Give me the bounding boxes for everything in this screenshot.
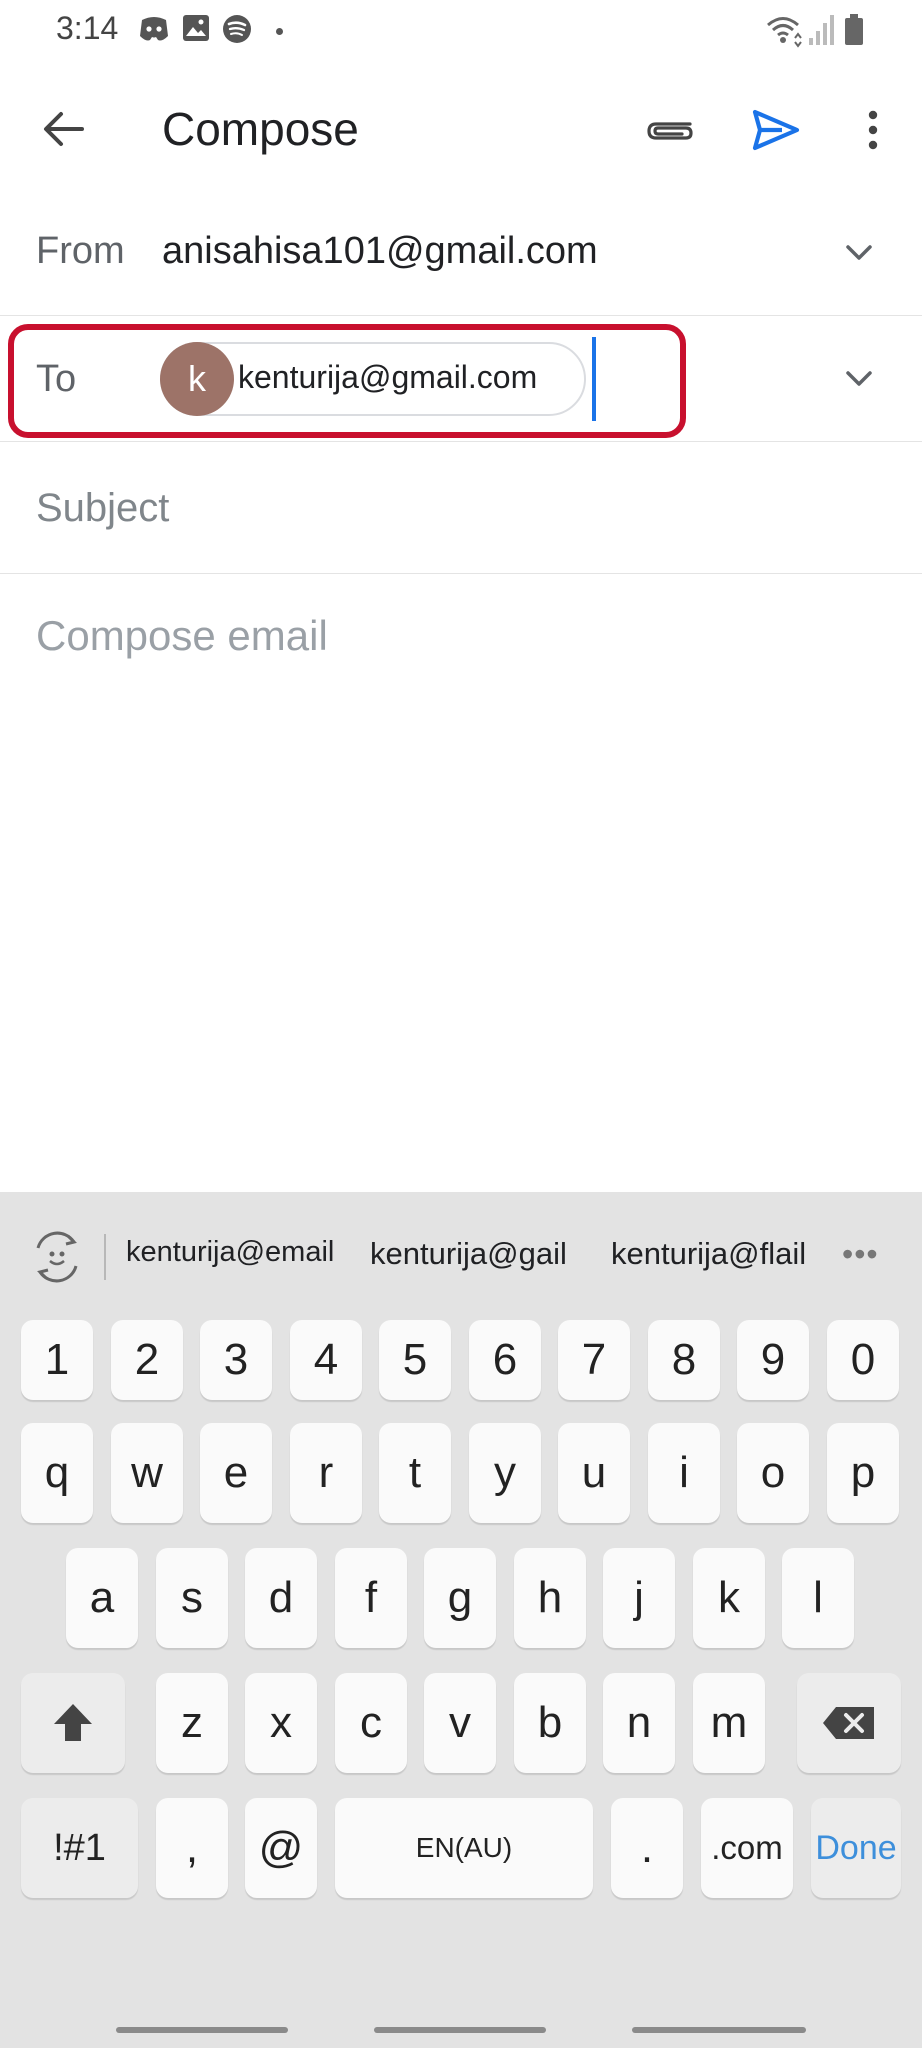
key-e[interactable]: e xyxy=(200,1423,272,1523)
suggestion-1[interactable]: kenturija@email xyxy=(126,1236,334,1269)
battery-icon xyxy=(845,14,863,45)
suggestion-divider xyxy=(104,1234,106,1280)
key-3[interactable]: 3 xyxy=(200,1320,272,1400)
key-9[interactable]: 9 xyxy=(737,1320,809,1400)
attach-button[interactable] xyxy=(634,94,706,166)
key-v[interactable]: v xyxy=(424,1673,496,1773)
to-expand-button[interactable] xyxy=(826,346,892,412)
key-j[interactable]: j xyxy=(603,1548,675,1648)
key-m[interactable]: m xyxy=(693,1673,765,1773)
key-p[interactable]: p xyxy=(827,1423,899,1523)
key-b[interactable]: b xyxy=(514,1673,586,1773)
text-cursor xyxy=(592,337,596,421)
wifi-icon xyxy=(767,17,802,48)
nav-back-line[interactable] xyxy=(632,2027,806,2033)
key-k[interactable]: k xyxy=(693,1548,765,1648)
suggestion-3[interactable]: kenturija@flail xyxy=(611,1236,806,1272)
symbols-key[interactable]: !#1 xyxy=(21,1798,138,1898)
key-q[interactable]: q xyxy=(21,1423,93,1523)
key-s[interactable]: s xyxy=(156,1548,228,1648)
app-bar: Compose xyxy=(0,64,922,192)
more-vert-icon xyxy=(868,110,878,150)
from-expand-button[interactable] xyxy=(826,220,892,286)
key-g[interactable]: g xyxy=(424,1548,496,1648)
backspace-key[interactable] xyxy=(797,1673,901,1773)
recipient-email: kenturija@gmail.com xyxy=(238,359,538,395)
key-t[interactable]: t xyxy=(379,1423,451,1523)
key-n[interactable]: n xyxy=(603,1673,675,1773)
key-6[interactable]: 6 xyxy=(469,1320,541,1400)
key-i[interactable]: i xyxy=(648,1423,720,1523)
suggestion-2[interactable]: kenturija@gail xyxy=(370,1236,567,1272)
send-icon xyxy=(752,109,800,151)
status-bar: 3:14 xyxy=(0,0,922,64)
chevron-down-icon xyxy=(846,371,872,386)
compose-body-input[interactable]: Compose email xyxy=(36,612,328,660)
key-w[interactable]: w xyxy=(111,1423,183,1523)
nav-recents-line[interactable] xyxy=(116,2027,288,2033)
shift-key[interactable] xyxy=(21,1673,125,1773)
period-key[interactable]: . xyxy=(611,1798,683,1898)
more-suggestions-button[interactable]: ••• xyxy=(842,1236,879,1273)
key-r[interactable]: r xyxy=(290,1423,362,1523)
comma-key[interactable]: , xyxy=(156,1798,228,1898)
keyboard-mode-icon[interactable] xyxy=(28,1228,86,1286)
key-l[interactable]: l xyxy=(782,1548,854,1648)
notification-dot xyxy=(276,28,283,35)
key-4[interactable]: 4 xyxy=(290,1320,362,1400)
status-time: 3:14 xyxy=(56,10,119,46)
subject-input[interactable]: Subject xyxy=(36,486,169,531)
subject-row: Subject xyxy=(0,442,922,574)
key-2[interactable]: 2 xyxy=(111,1320,183,1400)
send-button[interactable] xyxy=(740,94,812,166)
key-1[interactable]: 1 xyxy=(21,1320,93,1400)
backspace-icon xyxy=(823,1707,874,1739)
key-y[interactable]: y xyxy=(469,1423,541,1523)
recipient-chip[interactable]: k kenturija@gmail.com xyxy=(160,342,586,416)
from-label: From xyxy=(36,230,125,272)
done-key[interactable]: Done xyxy=(811,1798,901,1898)
shift-arrow-icon xyxy=(54,1704,92,1741)
from-row: From anisahisa101@gmail.com xyxy=(0,192,922,316)
paperclip-icon xyxy=(647,122,693,140)
more-options-button[interactable] xyxy=(838,94,908,166)
key-5[interactable]: 5 xyxy=(379,1320,451,1400)
key-0[interactable]: 0 xyxy=(827,1320,899,1400)
nav-home-line[interactable] xyxy=(374,2027,546,2033)
key-z[interactable]: z xyxy=(156,1673,228,1773)
key-o[interactable]: o xyxy=(737,1423,809,1523)
signal-icon xyxy=(809,15,834,45)
suggestion-bar: kenturija@email kenturija@gail kenturija… xyxy=(0,1192,922,1322)
space-key[interactable]: EN(AU) xyxy=(335,1798,593,1898)
back-arrow-icon xyxy=(44,112,84,146)
key-7[interactable]: 7 xyxy=(558,1320,630,1400)
key-f[interactable]: f xyxy=(335,1548,407,1648)
at-key[interactable]: @ xyxy=(245,1798,317,1898)
key-8[interactable]: 8 xyxy=(648,1320,720,1400)
key-c[interactable]: c xyxy=(335,1673,407,1773)
chevron-down-icon xyxy=(846,245,872,260)
key-x[interactable]: x xyxy=(245,1673,317,1773)
key-a[interactable]: a xyxy=(66,1548,138,1648)
key-h[interactable]: h xyxy=(514,1548,586,1648)
page-title: Compose xyxy=(162,103,359,155)
gallery-icon xyxy=(183,15,209,41)
spotify-icon xyxy=(223,15,251,43)
dotcom-key[interactable]: .com xyxy=(701,1798,793,1898)
discord-icon xyxy=(140,17,168,41)
avatar: k xyxy=(160,342,234,416)
back-button[interactable] xyxy=(28,94,98,164)
key-u[interactable]: u xyxy=(558,1423,630,1523)
from-value[interactable]: anisahisa101@gmail.com xyxy=(162,230,598,273)
key-d[interactable]: d xyxy=(245,1548,317,1648)
keyboard: kenturija@email kenturija@gail kenturija… xyxy=(0,1192,922,2048)
